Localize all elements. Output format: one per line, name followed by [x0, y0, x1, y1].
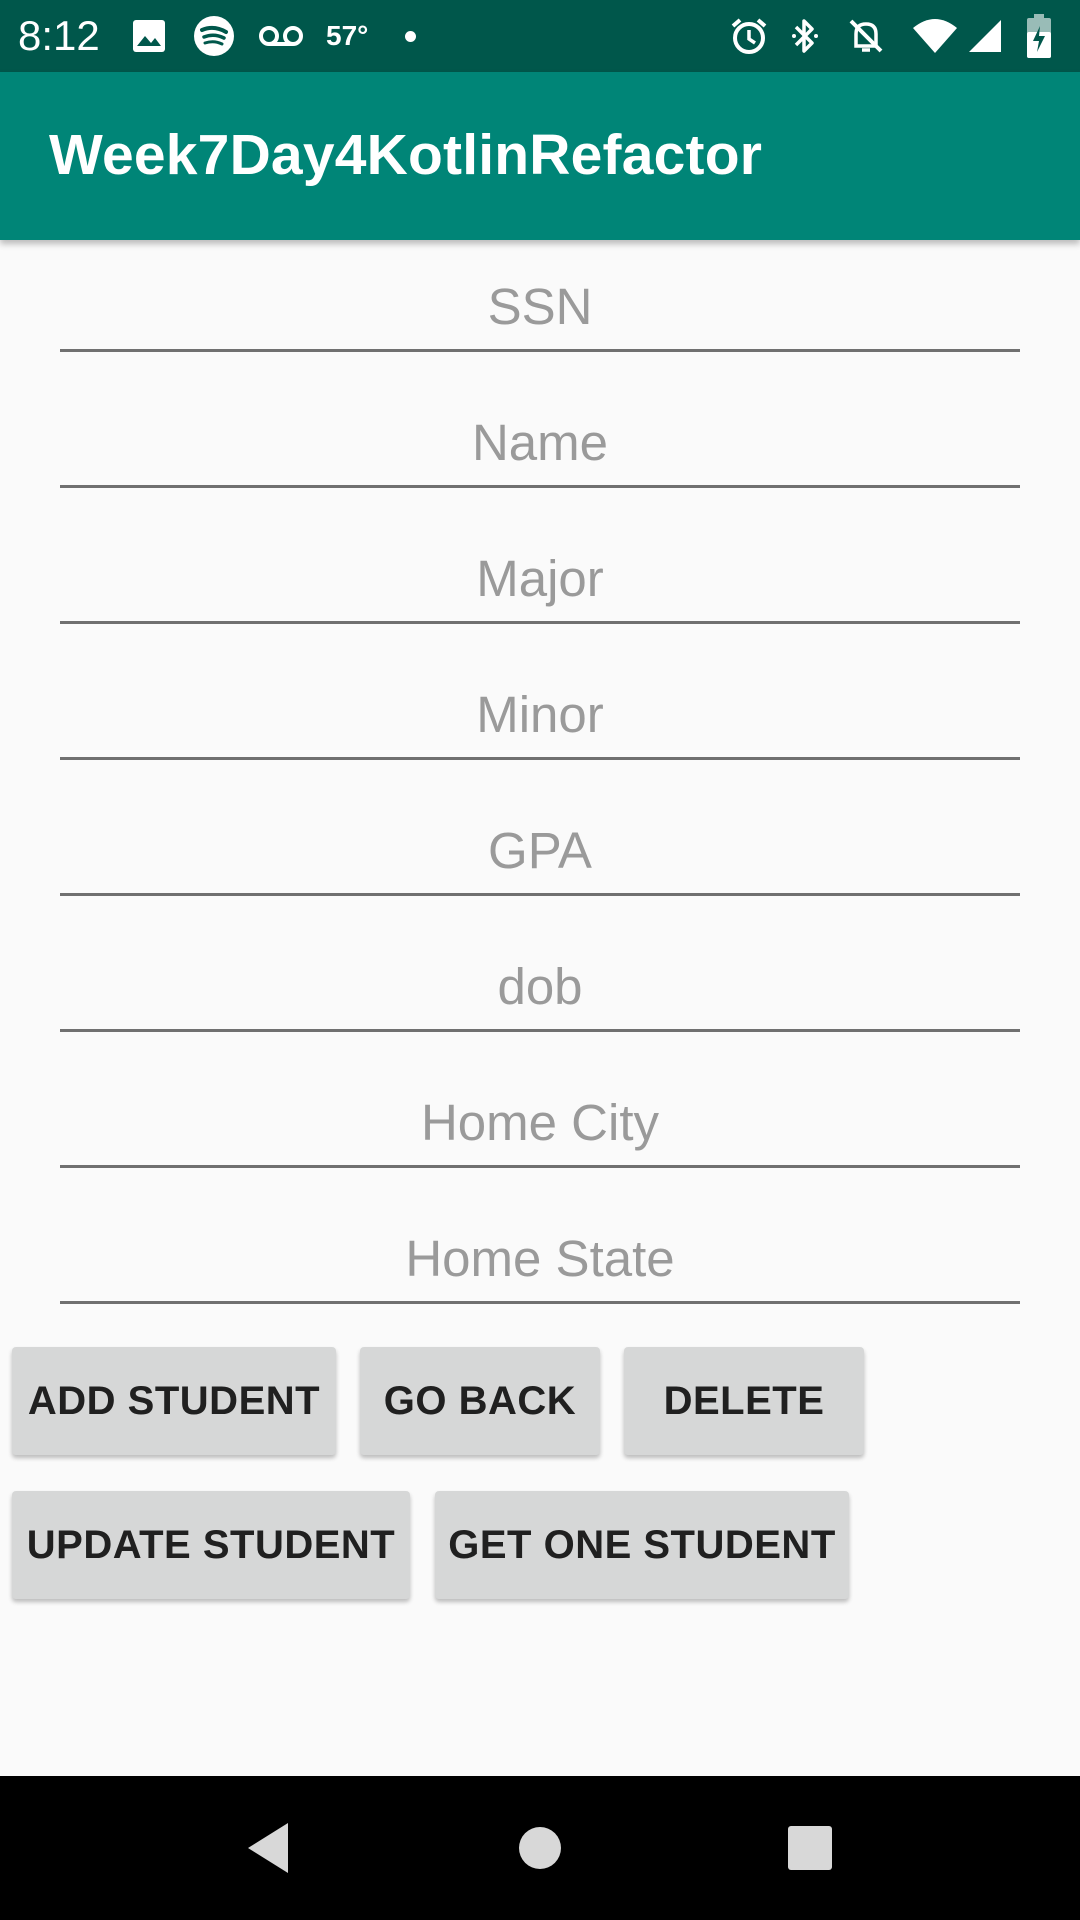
- battery-charging-icon: [1024, 14, 1054, 58]
- name-field-container: [60, 352, 1020, 488]
- dob-input[interactable]: [60, 952, 1020, 1032]
- back-button[interactable]: [188, 1776, 348, 1920]
- spotify-icon: [192, 14, 236, 58]
- go-back-button[interactable]: GO BACK: [360, 1347, 600, 1455]
- home-state-field-container: [60, 1168, 1020, 1304]
- home-button[interactable]: [460, 1776, 620, 1920]
- name-input[interactable]: [60, 408, 1020, 488]
- bluetooth-icon: [788, 14, 822, 58]
- gpa-field-container: [60, 760, 1020, 896]
- gpa-input[interactable]: [60, 816, 1020, 896]
- ssn-input[interactable]: [60, 272, 1020, 352]
- app-title: Week7Day4KotlinRefactor: [49, 123, 763, 187]
- voicemail-icon: [258, 14, 304, 58]
- minor-field-container: [60, 624, 1020, 760]
- ssn-field-container: [60, 270, 1020, 352]
- update-student-button[interactable]: UPDATE STUDENT: [12, 1491, 410, 1599]
- status-time: 8:12: [18, 12, 100, 59]
- dob-field-container: [60, 896, 1020, 1032]
- recents-icon: [788, 1826, 832, 1870]
- status-bar: 8:12 57°: [0, 0, 1080, 72]
- major-input[interactable]: [60, 544, 1020, 624]
- wifi-icon: [911, 14, 959, 58]
- add-student-button[interactable]: ADD STUDENT: [12, 1347, 336, 1455]
- student-form: [60, 270, 1020, 1304]
- navigation-bar: [0, 1776, 1080, 1920]
- alarm-icon: [728, 14, 770, 58]
- app-bar: Week7Day4KotlinRefactor: [0, 72, 1080, 240]
- major-field-container: [60, 488, 1020, 624]
- back-icon: [248, 1823, 288, 1873]
- image-icon: [129, 14, 169, 58]
- signal-icon: [966, 14, 1004, 58]
- home-state-input[interactable]: [60, 1224, 1020, 1304]
- minor-input[interactable]: [60, 680, 1020, 760]
- do-not-disturb-icon: [845, 14, 887, 58]
- temperature-label: 57°: [326, 20, 369, 51]
- notification-dot: [405, 31, 416, 42]
- delete-button[interactable]: DELETE: [624, 1347, 864, 1455]
- recents-button[interactable]: [730, 1776, 890, 1920]
- home-city-input[interactable]: [60, 1088, 1020, 1168]
- get-one-student-button[interactable]: GET ONE STUDENT: [435, 1491, 849, 1599]
- home-city-field-container: [60, 1032, 1020, 1168]
- home-icon: [519, 1827, 561, 1869]
